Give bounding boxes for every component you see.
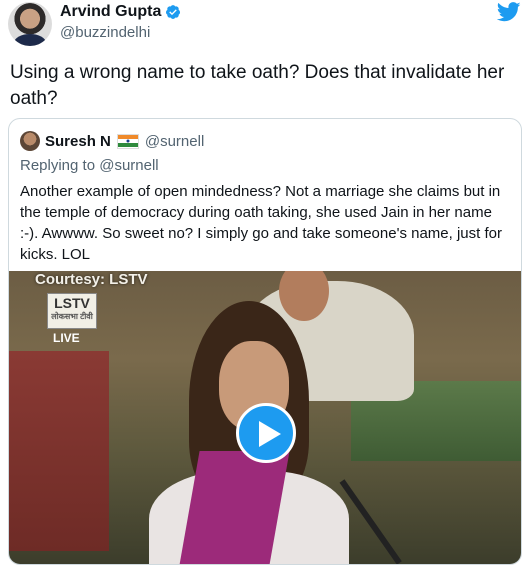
twitter-bird-icon[interactable] [497,2,521,22]
quoted-author-avatar[interactable] [20,131,40,151]
quoted-author-name[interactable]: Suresh N [45,133,111,150]
lstv-logo-subtext: लोकसभा टीवी [51,312,93,321]
replying-to-handle[interactable]: @surnell [99,157,158,174]
replying-to: Replying to @surnell [20,157,159,174]
verified-badge-icon [166,5,181,19]
video-player[interactable]: Courtesy: LSTV LSTV लोकसभा टीवी LIVE [9,271,521,564]
live-label: LIVE [53,331,80,345]
author-name-row: Arvind Gupta [60,2,181,22]
lstv-logo-text: LSTV [54,295,90,311]
author-display-name[interactable]: Arvind Gupta [60,3,161,21]
quoted-tweet-text: Another example of open mindedness? Not … [20,183,502,263]
quoted-tweet[interactable]: Suresh N @surnell Replying to @surnell A… [8,118,522,565]
avatar-shirt [14,34,46,46]
lstv-logo: LSTV लोकसभा टीवी [47,293,97,329]
replying-prefix: Replying to [20,157,96,174]
author-handle[interactable]: @buzzindelhi [60,24,150,41]
tweet-text: Using a wrong name to take oath? Does th… [10,62,505,109]
play-button[interactable] [236,403,296,463]
play-icon [259,421,281,447]
quoted-author-handle[interactable]: @surnell [145,133,204,150]
video-scene-bench-left [9,351,109,551]
india-flag-icon [116,133,139,149]
quoted-author-row: Suresh N @surnell [45,131,204,151]
video-courtesy-caption: Courtesy: LSTV [35,271,148,288]
author-avatar[interactable] [8,2,52,46]
